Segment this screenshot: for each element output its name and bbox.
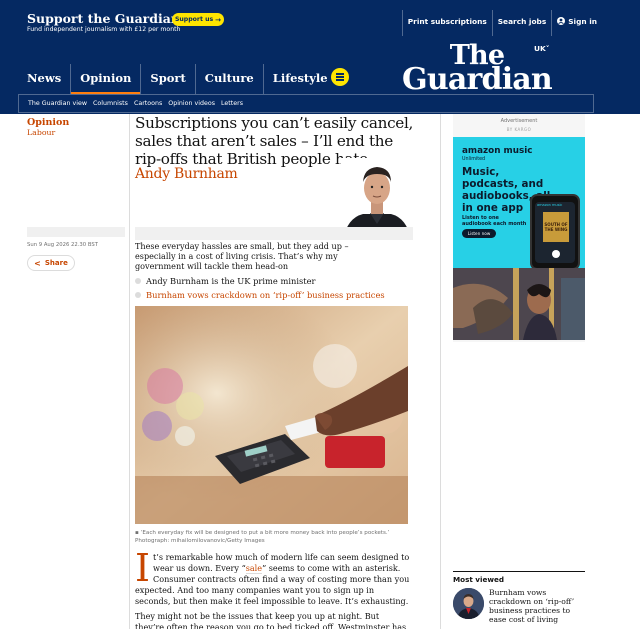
pillar-sport[interactable]: Sport	[140, 64, 194, 94]
audiobook-cover: SOUTH OF THE WING	[543, 212, 569, 242]
phone-screen: amazon music SOUTH OF THE WING	[535, 202, 575, 263]
menu-icon-bar	[336, 76, 344, 78]
drop-cap: I	[135, 546, 151, 590]
column-divider	[129, 114, 130, 629]
ad-vendor: BY KARGO	[506, 127, 532, 132]
print-subscriptions-link[interactable]: Print subscriptions	[401, 10, 492, 36]
most-viewed-rule	[453, 571, 585, 572]
amazon-music-ad[interactable]: amazon music Unlimited Music, podcasts, …	[453, 137, 585, 340]
most-viewed-headline: Burnham vows crackdown on ‘rip-off’ busi…	[489, 588, 575, 624]
phone-app-label: amazon music	[537, 203, 563, 207]
ad-small-text: Listen to one audiobook each month	[462, 215, 527, 227]
standfirst: These everyday hassles are small, but th…	[135, 241, 349, 271]
column-divider	[440, 114, 441, 629]
ad-listen-now-button[interactable]: Listen now	[462, 229, 496, 238]
meta-divider	[27, 227, 125, 237]
subnav-columnists[interactable]: Columnists	[93, 100, 128, 107]
logo-line-2: Guardian	[402, 62, 553, 97]
opinion-subnav: The Guardian view Columnists Cartoons Op…	[18, 94, 594, 113]
support-us-label: Support us	[174, 16, 214, 23]
most-viewed-thumbnail	[453, 588, 484, 619]
menu-icon-bar	[336, 73, 344, 75]
search-jobs-link[interactable]: Search jobs	[491, 10, 551, 36]
subnav-letters[interactable]: Letters	[221, 100, 243, 107]
bullet-author-bio: Andy Burnham is the UK prime minister	[135, 274, 425, 288]
sign-in-label: Sign in	[568, 17, 597, 26]
support-title: Support the Guardian	[27, 11, 180, 26]
ad-brand: amazon music	[462, 146, 533, 156]
share-button[interactable]: < Share	[27, 255, 75, 271]
section-label[interactable]: Opinion	[27, 117, 69, 128]
headline-divider	[135, 227, 413, 240]
pillar-opinion[interactable]: Opinion	[70, 64, 141, 96]
pillar-news[interactable]: News	[18, 64, 70, 94]
pillar-nav: News Opinion Sport Culture Lifestyle	[18, 64, 337, 96]
dateline: Sun 9 Aug 2026 22.30 BST	[27, 242, 98, 248]
subnav-guardian-view[interactable]: The Guardian view	[28, 100, 87, 107]
body-paragraph-1: It’s remarkable how much of modern life …	[135, 546, 410, 607]
body-paragraph-2: They might not be the issues that keep y…	[135, 611, 407, 629]
support-bar: Support the Guardian Fund independent jo…	[0, 0, 640, 38]
pillar-culture[interactable]: Culture	[194, 64, 263, 94]
share-icon: <	[34, 258, 41, 268]
subnav-opinion-videos[interactable]: Opinion videos	[168, 100, 215, 107]
support-subtitle: Fund independent journalism with £12 per…	[27, 26, 181, 33]
most-viewed-title: Most viewed	[453, 575, 504, 584]
series-label[interactable]: Labour	[27, 128, 55, 137]
arrow-right-icon: →	[215, 15, 222, 24]
sign-in-link[interactable]: Sign in	[551, 10, 602, 36]
image-caption: ▪ ‘Each everyday fix will be designed to…	[135, 529, 420, 545]
ad-phone-graphic: amazon music SOUTH OF THE WING	[530, 194, 580, 270]
sale-link[interactable]: sale	[245, 563, 263, 574]
byline[interactable]: Andy Burnham	[135, 166, 238, 182]
standfirst-bullets: Andy Burnham is the UK prime minister Bu…	[135, 274, 425, 302]
play-icon	[552, 250, 560, 258]
share-label: Share	[44, 259, 68, 267]
guardian-logo[interactable]: The Guardian	[402, 42, 553, 97]
ad-scene-image	[453, 268, 585, 340]
user-icon	[557, 17, 566, 25]
pillar-lifestyle[interactable]: Lifestyle	[262, 64, 337, 94]
article-body: It’s remarkable how much of modern life …	[135, 546, 410, 629]
bullet-related-link[interactable]: Burnham vows crackdown on ‘rip-off’ busi…	[135, 288, 425, 302]
caption-text: ‘Each everyday fix will be designed to p…	[135, 530, 390, 544]
hero-image	[135, 306, 408, 524]
top-links: Print subscriptions Search jobs Sign in	[401, 10, 602, 36]
menu-button[interactable]	[331, 68, 349, 86]
ad-unlimited: Unlimited	[462, 157, 486, 162]
ad-label: Advertisement	[500, 118, 538, 124]
menu-icon-bar	[336, 79, 344, 81]
subnav-cartoons[interactable]: Cartoons	[134, 100, 162, 107]
support-us-button[interactable]: Support us →	[172, 13, 224, 26]
